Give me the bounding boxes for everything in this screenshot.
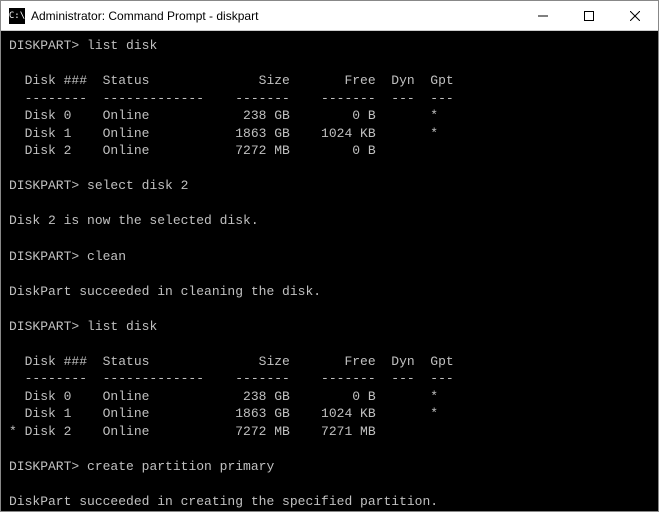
output-line: DiskPart succeeded in cleaning the disk. [9,283,650,301]
maximize-button[interactable] [566,1,612,30]
command-text: list disk [87,38,157,53]
blank-line [9,335,650,353]
table-row: Disk 2 Online 7272 MB 0 B [9,142,650,160]
blank-line [9,300,650,318]
output-line: DiskPart succeeded in creating the speci… [9,493,650,511]
blank-line [9,476,650,494]
blank-line [9,441,650,459]
command-line: DISKPART> list disk [9,318,650,336]
table-divider: -------- ------------- ------- ------- -… [9,90,650,108]
blank-line [9,55,650,73]
prompt-text: DISKPART> [9,459,79,474]
table-row: * Disk 2 Online 7272 MB 7271 MB [9,423,650,441]
command-line: DISKPART> list disk [9,37,650,55]
command-line: DISKPART> clean [9,248,650,266]
blank-line [9,195,650,213]
window-title: Administrator: Command Prompt - diskpart [31,9,520,23]
table-header: Disk ### Status Size Free Dyn Gpt [9,72,650,90]
minimize-button[interactable] [520,1,566,30]
cmd-icon: C:\ [9,8,25,24]
output-line: Disk 2 is now the selected disk. [9,212,650,230]
prompt-text: DISKPART> [9,249,79,264]
window-controls [520,1,658,30]
window-titlebar: C:\ Administrator: Command Prompt - disk… [1,1,658,31]
terminal-output[interactable]: DISKPART> list disk Disk ### Status Size… [1,31,658,511]
close-button[interactable] [612,1,658,30]
command-text: create partition primary [87,459,274,474]
prompt-text: DISKPART> [9,178,79,193]
blank-line [9,160,650,178]
cmd-icon-text: C:\ [9,11,25,21]
blank-line [9,265,650,283]
table-row: Disk 1 Online 1863 GB 1024 KB * [9,125,650,143]
table-header: Disk ### Status Size Free Dyn Gpt [9,353,650,371]
command-line: DISKPART> select disk 2 [9,177,650,195]
blank-line [9,230,650,248]
table-row: Disk 0 Online 238 GB 0 B * [9,107,650,125]
table-row: Disk 0 Online 238 GB 0 B * [9,388,650,406]
command-text: select disk 2 [87,178,188,193]
command-line: DISKPART> create partition primary [9,458,650,476]
prompt-text: DISKPART> [9,38,79,53]
command-text: clean [87,249,126,264]
table-divider: -------- ------------- ------- ------- -… [9,370,650,388]
prompt-text: DISKPART> [9,319,79,334]
command-text: list disk [87,319,157,334]
table-row: Disk 1 Online 1863 GB 1024 KB * [9,405,650,423]
